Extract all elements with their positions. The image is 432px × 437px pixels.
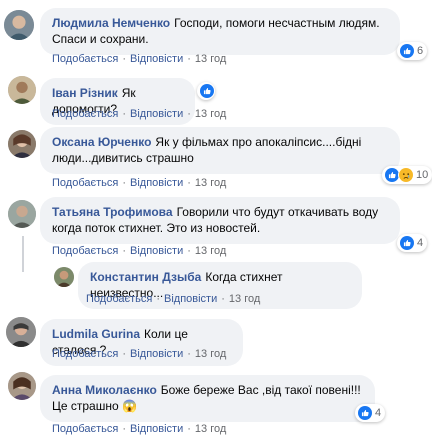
comment-author[interactable]: Анна Миколаєнко: [52, 383, 157, 397]
comment-time[interactable]: 13 год: [229, 293, 260, 305]
separator: ·: [187, 108, 191, 120]
like-button[interactable]: Подобається: [52, 348, 118, 360]
like-button[interactable]: Подобається: [52, 423, 118, 435]
comment-actions: Подобається · Відповісти · 13 год: [52, 347, 226, 361]
comment-bubble: Людмила Немченко Господи, помоги несчастн…: [40, 8, 400, 55]
reply-button[interactable]: Відповісти: [130, 348, 183, 360]
like-icon: [399, 43, 415, 59]
comment-time[interactable]: 13 год: [195, 348, 226, 360]
avatar[interactable]: [4, 10, 34, 40]
separator: ·: [187, 245, 191, 257]
reactions-summary[interactable]: [197, 82, 215, 100]
separator: ·: [122, 108, 126, 120]
separator: ·: [122, 53, 126, 65]
comment-time[interactable]: 13 год: [195, 177, 226, 189]
comment-author[interactable]: Константин Дзыба: [90, 270, 201, 284]
separator: ·: [122, 177, 126, 189]
like-icon: [399, 235, 415, 251]
reaction-count: 4: [417, 237, 424, 249]
comment-bubble: Оксана Юрченко Як у фільмах про апокаліпс…: [40, 127, 400, 174]
reaction-count: 10: [416, 169, 429, 181]
reply-button[interactable]: Відповісти: [130, 245, 183, 257]
like-button[interactable]: Подобається: [52, 108, 118, 120]
reactions-summary[interactable]: 10: [382, 166, 432, 184]
reply-button[interactable]: Відповісти: [130, 177, 183, 189]
reaction-count: 4: [375, 407, 382, 419]
separator: ·: [156, 293, 160, 305]
comment-time[interactable]: 13 год: [195, 423, 226, 435]
reactions-summary[interactable]: 4: [397, 234, 428, 252]
comment-actions: Подобається · Відповісти · 13 год: [52, 52, 226, 66]
avatar[interactable]: [8, 76, 36, 104]
like-icon: [357, 405, 373, 421]
like-button[interactable]: Подобається: [86, 293, 152, 305]
avatar[interactable]: [8, 130, 36, 158]
avatar[interactable]: [8, 372, 36, 400]
comment-author[interactable]: Оксана Юрченко: [52, 135, 151, 149]
separator: ·: [122, 423, 126, 435]
reactions-summary[interactable]: 4: [355, 404, 386, 422]
comment-author[interactable]: Людмила Немченко: [52, 16, 170, 30]
like-button[interactable]: Подобається: [52, 177, 118, 189]
comment-actions: Подобається · Відповісти · 13 год: [86, 292, 260, 306]
separator: ·: [187, 348, 191, 360]
separator: ·: [122, 245, 126, 257]
reply-button[interactable]: Відповісти: [130, 423, 183, 435]
comment-bubble: Анна Миколаєнко Боже береже Вас ,від тако…: [40, 375, 375, 422]
comment-time[interactable]: 13 год: [195, 245, 226, 257]
reply-button[interactable]: Відповісти: [130, 108, 183, 120]
reply-thread-line: [22, 236, 24, 272]
separator: ·: [221, 293, 225, 305]
comment-time[interactable]: 13 год: [195, 53, 226, 65]
reaction-count: 6: [417, 45, 424, 57]
comments-section: Людмила Немченко Господи, помоги несчастн…: [0, 0, 432, 437]
reactions-summary[interactable]: 6: [397, 42, 428, 60]
comment-actions: Подобається · Відповісти · 13 год: [52, 422, 226, 436]
comment-author[interactable]: Ludmila Gurina: [52, 327, 140, 341]
avatar[interactable]: [6, 317, 36, 347]
reply-button[interactable]: Відповісти: [130, 53, 183, 65]
comment-author[interactable]: Татьяна Трофимова: [52, 205, 173, 219]
comment-actions: Подобається · Відповісти · 13 год: [52, 244, 226, 258]
separator: ·: [187, 423, 191, 435]
avatar[interactable]: [8, 200, 36, 228]
separator: ·: [187, 53, 191, 65]
comment-bubble: Татьяна Трофимова Говорили что будут отка…: [40, 197, 400, 244]
comment-time[interactable]: 13 год: [195, 108, 226, 120]
comment-actions: Подобається · Відповісти · 13 год: [52, 107, 226, 121]
like-button[interactable]: Подобається: [52, 53, 118, 65]
like-icon: [199, 83, 215, 99]
avatar[interactable]: [54, 267, 74, 287]
sad-icon: [398, 167, 414, 183]
reply-button[interactable]: Відповісти: [164, 293, 217, 305]
like-button[interactable]: Подобається: [52, 245, 118, 257]
separator: ·: [187, 177, 191, 189]
separator: ·: [122, 348, 126, 360]
comment-author[interactable]: Іван Різник: [52, 86, 118, 100]
comment-actions: Подобається · Відповісти · 13 год: [52, 176, 226, 190]
